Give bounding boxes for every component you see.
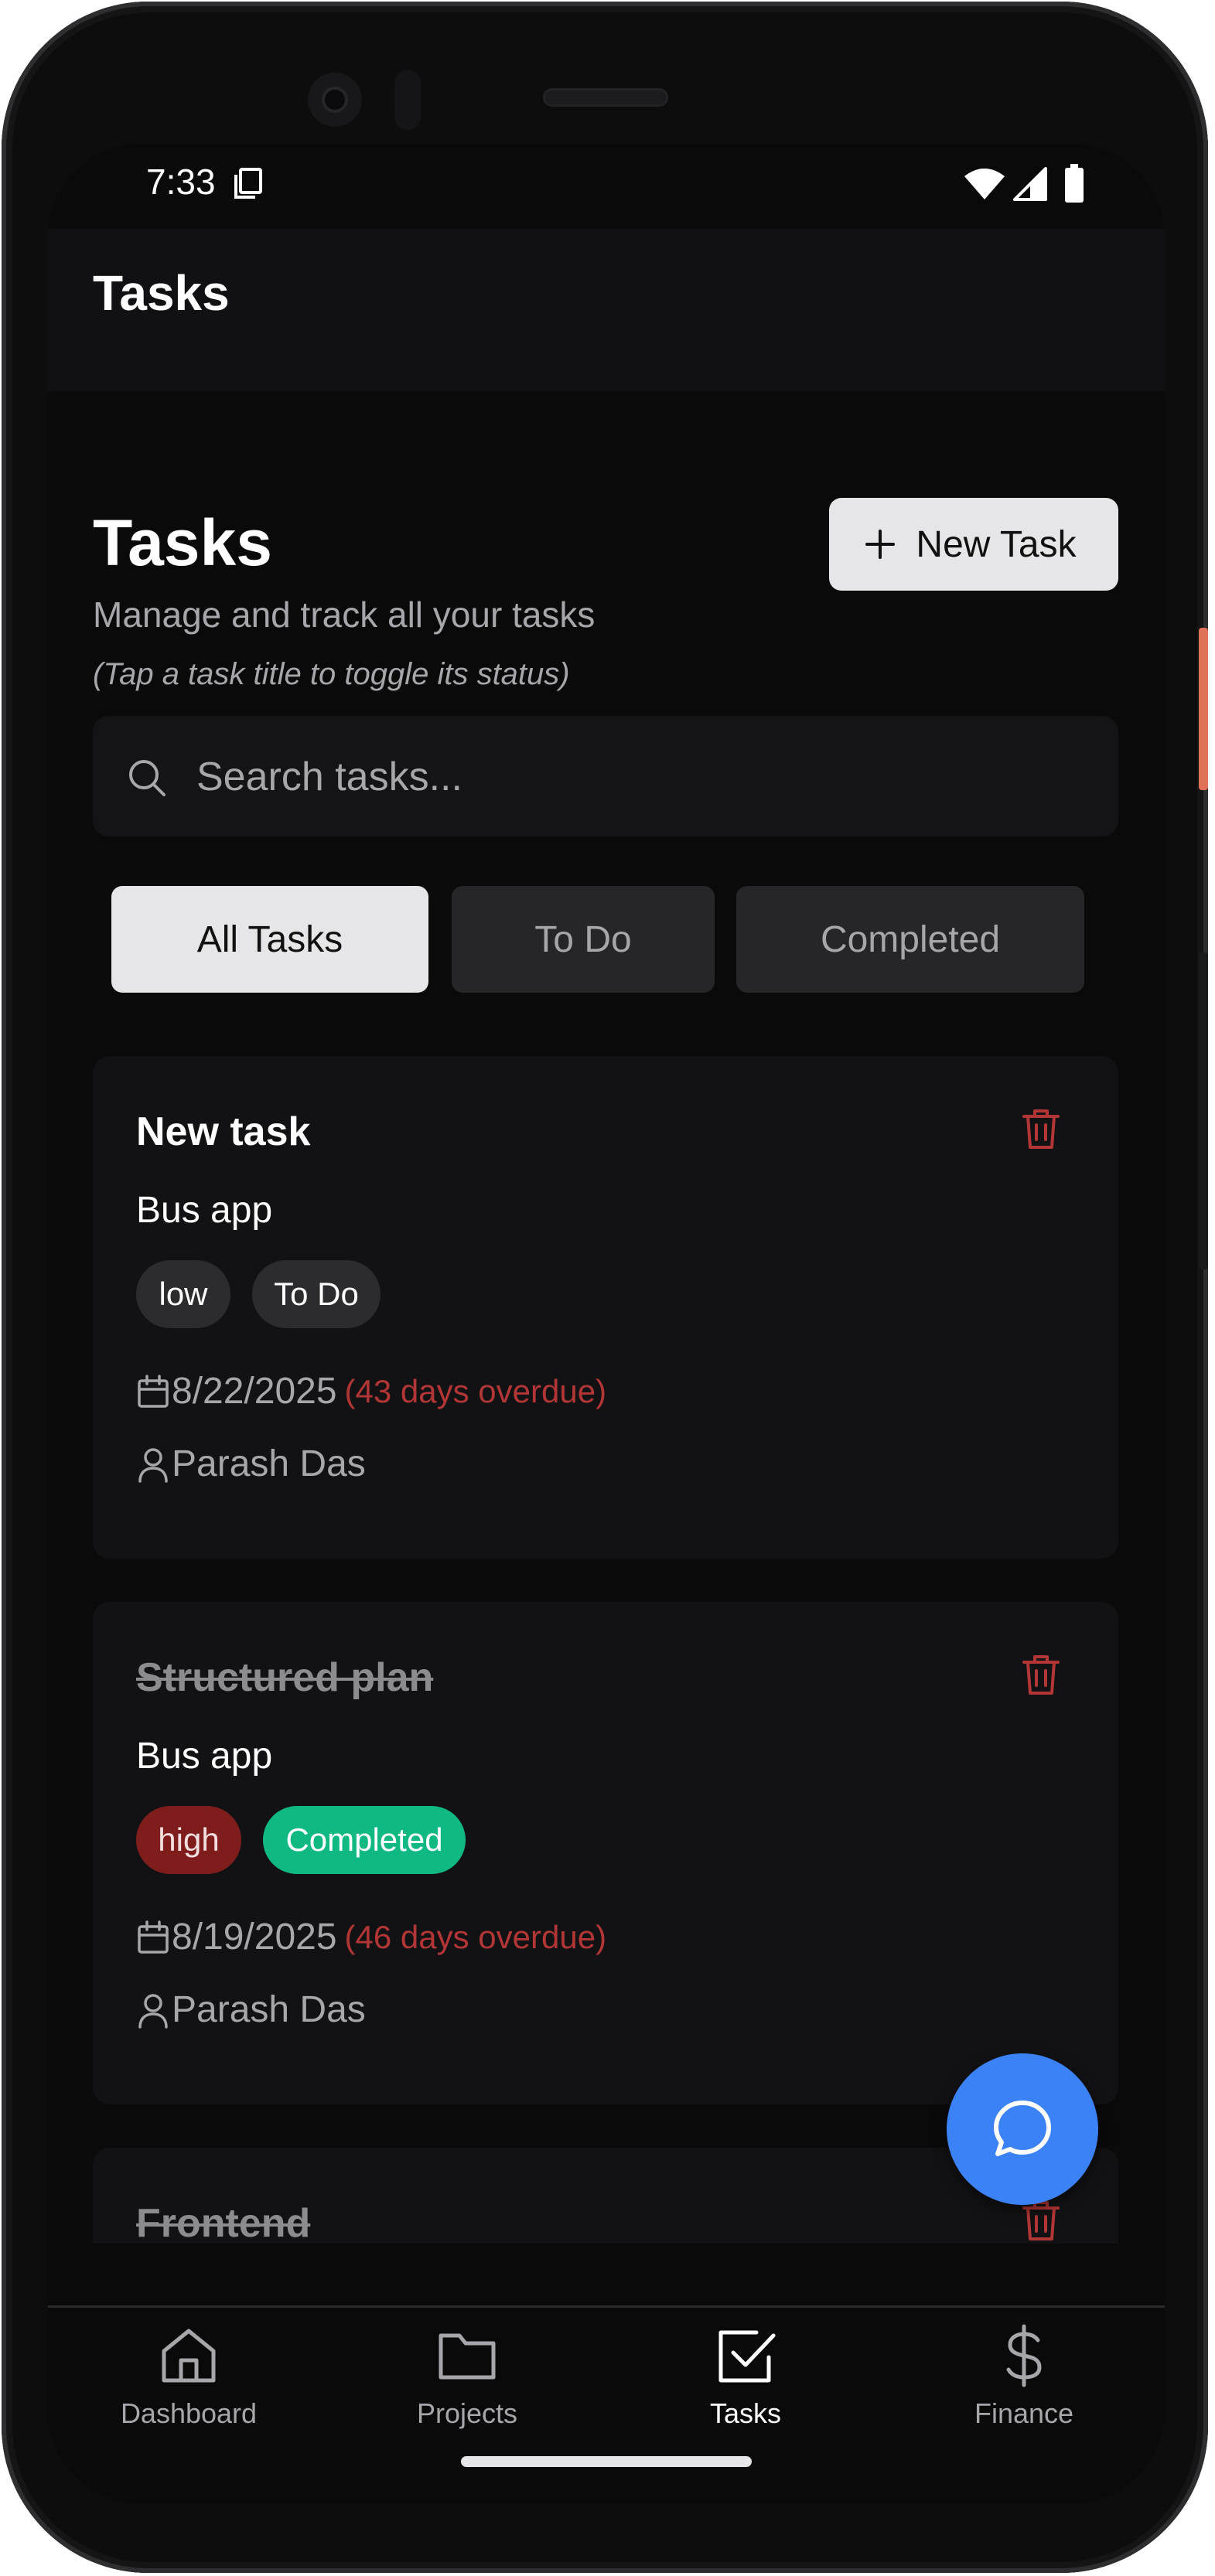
overdue-text: (46 days overdue) [344, 1918, 607, 1955]
trash-icon[interactable] [1019, 1651, 1063, 1698]
nav-label: Tasks [709, 2397, 782, 2429]
assignee-name: Parash Das [172, 1989, 366, 2030]
priority-badge: high [136, 1806, 241, 1874]
task-card: New task Bus app low To Do 8/22/2025 (43… [93, 1056, 1118, 1559]
overdue-text: (43 days overdue) [344, 1372, 607, 1409]
task-list-content[interactable]: Tasks New Task Manage and track all your… [48, 391, 1165, 2244]
task-assignee: Parash Das [136, 1988, 366, 2031]
nav-item-dashboard[interactable]: Dashboard [88, 2323, 289, 2455]
screen: 7:33 Tasks Tasks New Task Manage and tra… [48, 144, 1165, 2503]
front-camera [308, 73, 362, 127]
due-date: 8/22/2025 [172, 1371, 337, 1412]
wifi-icon [964, 169, 1005, 199]
task-card: Structured plan Bus app high Completed 8… [93, 1602, 1118, 2104]
due-date: 8/19/2025 [172, 1917, 337, 1958]
task-title[interactable]: Frontend [136, 2200, 310, 2244]
task-title[interactable]: Structured plan [136, 1654, 433, 1701]
nav-item-finance[interactable]: Finance [923, 2323, 1125, 2455]
page-title: Tasks [93, 506, 272, 579]
nav-item-projects[interactable]: Projects [367, 2323, 568, 2455]
calendar-icon [138, 1920, 169, 1954]
filter-completed[interactable]: Completed [736, 886, 1084, 993]
cellular-signal-icon [1013, 167, 1047, 201]
nav-label: Projects [416, 2397, 518, 2429]
search-bar[interactable] [93, 716, 1118, 837]
status-badge: Completed [263, 1806, 466, 1874]
new-task-button[interactable]: New Task [829, 498, 1118, 591]
proximity-sensor [394, 70, 421, 130]
task-project: Bus app [136, 1736, 273, 1777]
volume-button [1199, 952, 1208, 1269]
new-task-label: New Task [916, 523, 1077, 565]
search-input[interactable] [195, 744, 1087, 810]
home-icon [162, 2329, 216, 2383]
task-title[interactable]: New task [136, 1109, 310, 1155]
check-square-icon [718, 2330, 776, 2383]
plus-icon [865, 530, 896, 559]
folder-icon [439, 2333, 496, 2380]
task-due: 8/19/2025 (46 days overdue) [136, 1916, 606, 1958]
user-icon [138, 1447, 168, 1483]
page-subtitle: Manage and track all your tasks [93, 595, 596, 635]
status-time: 7:33 [146, 162, 216, 202]
filter-all-tasks[interactable]: All Tasks [111, 886, 428, 993]
task-assignee: Parash Das [136, 1443, 366, 1485]
nav-label: Dashboard [120, 2397, 258, 2429]
chat-bubble-icon [994, 2101, 1051, 2156]
nav-label: Finance [974, 2397, 1074, 2429]
calendar-icon [138, 1374, 169, 1408]
task-project: Bus app [136, 1190, 273, 1231]
status-badge: To Do [252, 1260, 381, 1328]
app-bar: Tasks [48, 229, 1165, 391]
dollar-icon [1006, 2324, 1042, 2387]
search-icon [129, 760, 166, 796]
page-hint: (Tap a task title to toggle its status) [93, 657, 570, 691]
app-bar-title: Tasks [93, 265, 230, 321]
sim-card-icon [234, 168, 262, 199]
bottom-navigation: Dashboard Projects Tasks Finance [48, 2305, 1165, 2503]
home-indicator[interactable] [461, 2456, 752, 2467]
status-bar: 7:33 [48, 144, 1165, 229]
user-icon [138, 1993, 168, 2029]
task-due: 8/22/2025 (43 days overdue) [136, 1370, 606, 1412]
phone-frame: 7:33 Tasks Tasks New Task Manage and tra… [2, 2, 1208, 2573]
earpiece-speaker [543, 88, 668, 107]
power-button [1199, 628, 1208, 790]
filter-to-do[interactable]: To Do [452, 886, 715, 993]
trash-icon[interactable] [1019, 1106, 1063, 1152]
priority-badge: low [136, 1260, 230, 1328]
chat-fab-button[interactable] [947, 2053, 1098, 2205]
nav-item-tasks[interactable]: Tasks [645, 2323, 846, 2455]
battery-icon [1065, 164, 1084, 203]
assignee-name: Parash Das [172, 1443, 366, 1484]
